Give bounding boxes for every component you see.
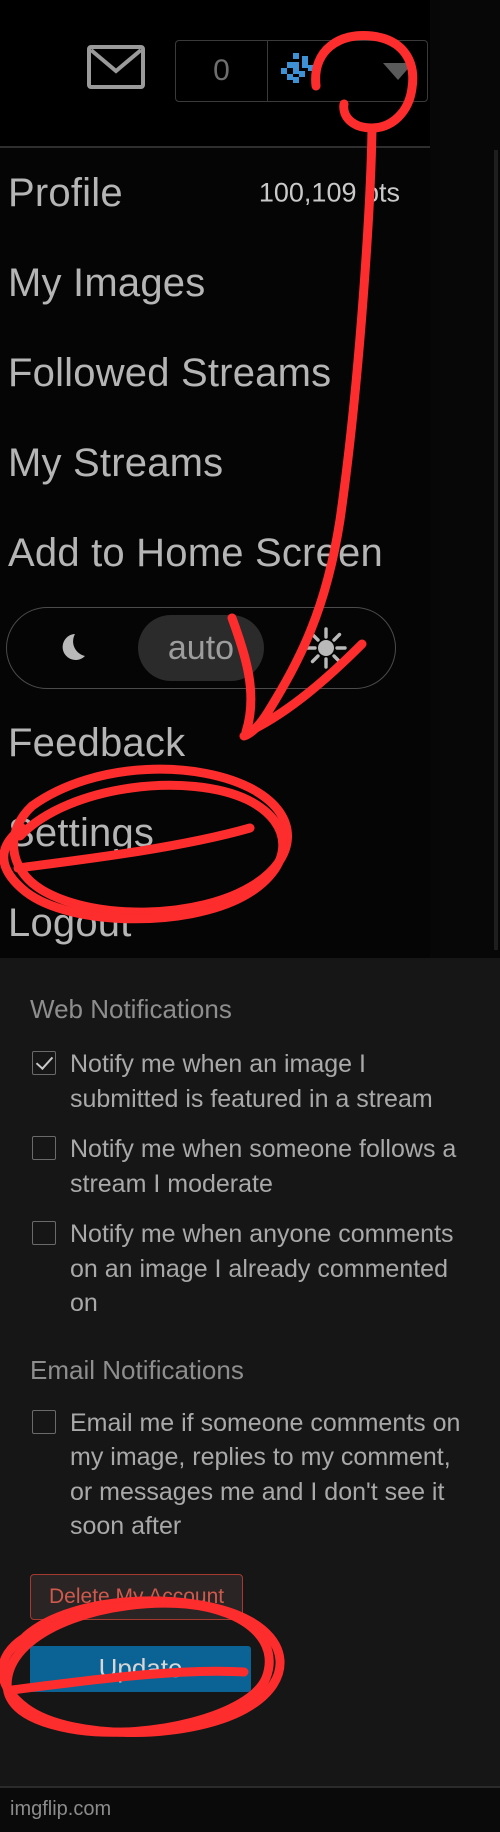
theme-auto-label: auto [167,628,235,667]
vertical-scrollbar[interactable] [494,150,498,950]
menu-item-feedback[interactable]: Feedback [0,698,430,788]
theme-mode-switch[interactable]: auto [6,607,396,689]
notification-count: 0 [176,41,268,101]
theme-light-button[interactable] [264,615,389,681]
menu-item-label: Feedback [8,720,186,765]
page-background-right [430,0,500,958]
checkbox-comment-reply[interactable] [32,1221,56,1245]
account-dropdown-control[interactable]: 0 [175,40,428,102]
option-label: Notify me when someone follows a stream … [70,1135,457,1198]
menu-item-label: Profile [8,170,123,215]
imgflip-watermark: imgflip.com [10,1798,112,1820]
menu-item-profile[interactable]: Profile 100,109 pts [0,148,430,238]
moon-icon [62,634,85,660]
account-dropdown-menu: Profile 100,109 pts My Images Followed S… [0,148,430,968]
theme-auto-button[interactable]: auto [138,615,264,681]
email-notifications-heading: Email Notifications [30,1354,244,1385]
delete-account-button[interactable]: Delete My Account [30,1573,244,1620]
option-label: Notify me when an image I submitted is f… [70,1050,433,1113]
theme-dark-button[interactable] [13,615,138,681]
theme-toggle-row: auto [0,598,430,698]
menu-item-settings[interactable]: Settings [0,788,430,878]
menu-item-label: My Images [8,260,206,305]
menu-item-followed-streams[interactable]: Followed Streams [0,328,430,418]
update-button[interactable]: Update [30,1645,251,1692]
account-dropdown-trigger[interactable] [268,41,427,101]
option-label: Notify me when anyone comments on an ima… [70,1220,454,1317]
menu-item-logout[interactable]: Logout [0,878,430,968]
menu-item-add-to-home-screen[interactable]: Add to Home Screen [0,508,430,598]
menu-item-label: Logout [8,900,132,945]
checkbox-featured-in-stream[interactable] [32,1051,56,1075]
settings-panel: Web Notifications Notify me when an imag… [0,958,500,1788]
web-notifications-heading: Web Notifications [30,994,232,1024]
top-navigation-bar: 0 [0,0,430,146]
menu-item-my-streams[interactable]: My Streams [0,418,430,508]
envelope-icon[interactable] [87,45,145,89]
option-label: Email me if someone comments on my image… [70,1408,461,1541]
web-notification-option[interactable]: Notify me when an image I submitted is f… [30,1047,470,1116]
footer-divider [0,1786,500,1788]
email-notification-option[interactable]: Email me if someone comments on my image… [30,1406,470,1544]
chevron-down-icon[interactable] [383,62,413,80]
checkbox-stream-follow[interactable] [32,1136,56,1160]
menu-item-label: Settings [8,810,155,855]
menu-item-my-images[interactable]: My Images [0,238,430,328]
web-notification-option[interactable]: Notify me when someone follows a stream … [30,1132,470,1201]
checkbox-email-comments[interactable] [32,1409,56,1434]
web-notification-option[interactable]: Notify me when anyone comments on an ima… [30,1217,470,1321]
points-badge: 100,109 pts [258,177,400,208]
menu-item-label: Add to Home Screen [8,530,383,575]
sun-icon [305,627,348,669]
screenshot-root: 0 Profile 100,109 pts My Images Followed… [0,0,500,1832]
imgflip-logo-icon [281,53,314,83]
menu-item-label: My Streams [8,440,224,485]
menu-item-label: Followed Streams [8,350,332,395]
